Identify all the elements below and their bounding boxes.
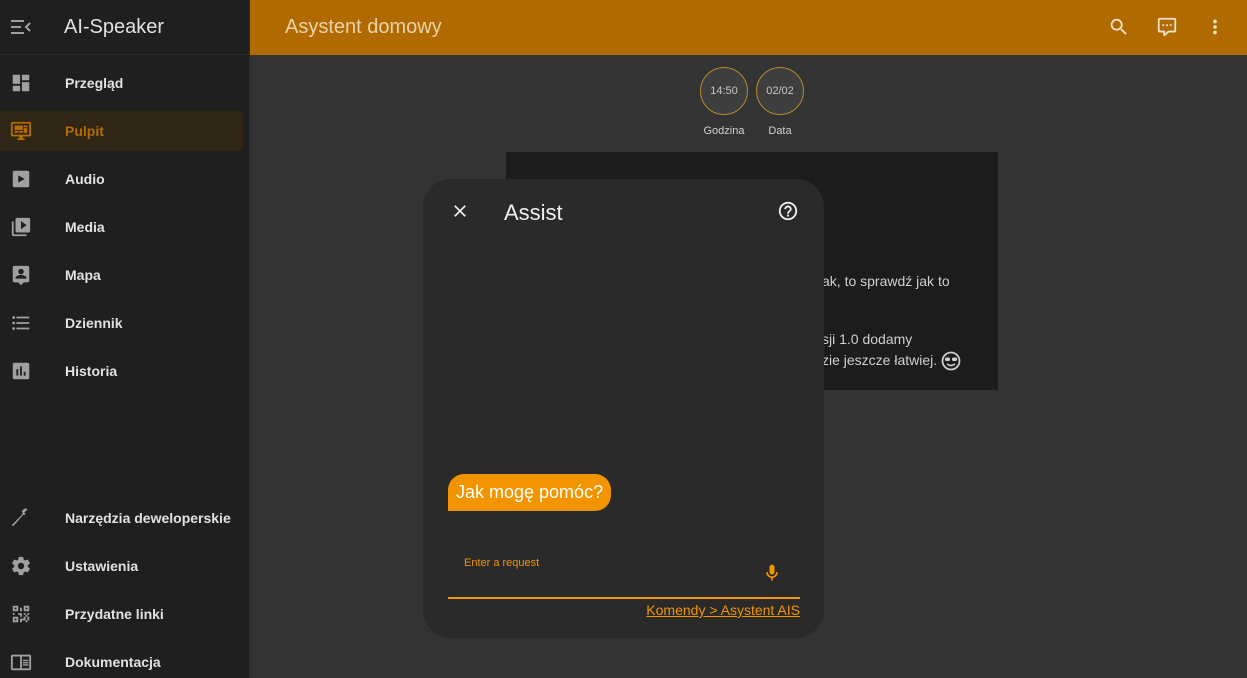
sidebar-item-dziennik[interactable]: Dziennik [0, 303, 243, 343]
close-button[interactable] [448, 199, 472, 223]
sidebar-item-przeglad[interactable]: Przegląd [0, 63, 243, 103]
badge-label: Data [768, 125, 792, 137]
sidebar-item-label: Audio [65, 171, 105, 187]
time-badge[interactable]: 14:50 Godzina [700, 67, 748, 137]
app-title: AI-Speaker [64, 15, 165, 38]
sidebar-item-label: Narzędzia deweloperskie [65, 510, 231, 526]
sidebar-item-label: Dokumentacja [65, 654, 161, 670]
request-input[interactable] [464, 571, 744, 593]
sidebar-item-label: Media [65, 219, 105, 235]
card-text-line: sji 1.0 dodamy [822, 331, 913, 347]
sidebar-item-ustawienia[interactable]: Ustawienia [0, 546, 243, 586]
top-app-bar: Asystent domowy [250, 0, 1247, 55]
cog-icon [0, 546, 42, 586]
request-field: Enter a request [448, 549, 800, 599]
qrcode-icon [0, 594, 42, 634]
badge-label: Godzina [703, 125, 745, 137]
monitor-dashboard-icon [0, 111, 42, 151]
microphone-icon [766, 564, 778, 581]
help-button[interactable] [776, 199, 800, 223]
sidebar-item-label: Ustawienia [65, 558, 139, 574]
play-box-multiple-icon [0, 207, 42, 247]
sidebar-item-label: Pulpit [65, 123, 104, 139]
dialog-title: Assist [504, 200, 563, 225]
page-title: Asystent domowy [285, 16, 442, 38]
assist-button[interactable] [1154, 14, 1180, 40]
chart-box-icon [0, 351, 42, 391]
sidebar-item-label: Przegląd [65, 75, 124, 91]
menu-open-icon [11, 20, 31, 34]
assistant-message-text: Jak mogę pomóc? [456, 482, 604, 502]
sidebar-item-media[interactable]: Media [0, 207, 243, 247]
dots-vertical-icon [1213, 19, 1217, 35]
badge-value: 02/02 [756, 67, 804, 115]
microphone-button[interactable] [760, 561, 784, 585]
card-text-line: zie jeszcze łatwiej. [822, 352, 938, 368]
sidebar-item-label: Przydatne linki [65, 606, 164, 622]
format-list-bulleted-icon [0, 303, 42, 343]
book-icon [0, 642, 42, 678]
search-icon [1110, 18, 1127, 35]
sidebar-item-label: Mapa [65, 267, 101, 283]
help-circle-icon [778, 201, 798, 221]
sidebar-item-dokumentacja[interactable]: Dokumentacja [0, 642, 243, 678]
hammer-icon [0, 498, 42, 538]
assistant-message-bubble: Jak mogę pomóc? [448, 474, 612, 511]
menu-toggle-button[interactable] [0, 0, 42, 55]
sidebar-item-pulpit[interactable]: Pulpit [0, 111, 243, 151]
sidebar: AI-Speaker Przegląd Pulpit Audio Media M… [0, 0, 250, 678]
close-icon [454, 205, 466, 217]
comment-processing-icon [1157, 17, 1177, 37]
sidebar-item-historia[interactable]: Historia [0, 351, 243, 391]
account-box-icon [0, 255, 42, 295]
assist-dialog: Assist Jak mogę pomóc? Enter a request K… [423, 179, 824, 638]
dashboard-icon [0, 63, 42, 103]
date-badge[interactable]: 02/02 Data [756, 67, 804, 137]
sunglasses-emoji-icon [941, 351, 961, 371]
badge-value: 14:50 [700, 67, 748, 115]
play-box-icon [0, 159, 42, 199]
sidebar-item-label: Historia [65, 363, 118, 379]
sidebar-item-mapa[interactable]: Mapa [0, 255, 243, 295]
sidebar-item-label: Dziennik [65, 315, 123, 331]
more-options-button[interactable] [1202, 14, 1228, 40]
sidebar-item-przydatne-linki[interactable]: Przydatne linki [0, 594, 243, 634]
request-field-label: Enter a request [464, 557, 540, 569]
sidebar-header: AI-Speaker [0, 0, 249, 55]
sidebar-item-audio[interactable]: Audio [0, 159, 243, 199]
commands-link[interactable]: Komendy > Asystent AIS [646, 602, 800, 618]
search-button[interactable] [1106, 14, 1132, 40]
card-text-line: ak, to sprawdź jak to [822, 273, 950, 289]
sidebar-item-narzedzia[interactable]: Narzędzia deweloperskie [0, 498, 243, 538]
